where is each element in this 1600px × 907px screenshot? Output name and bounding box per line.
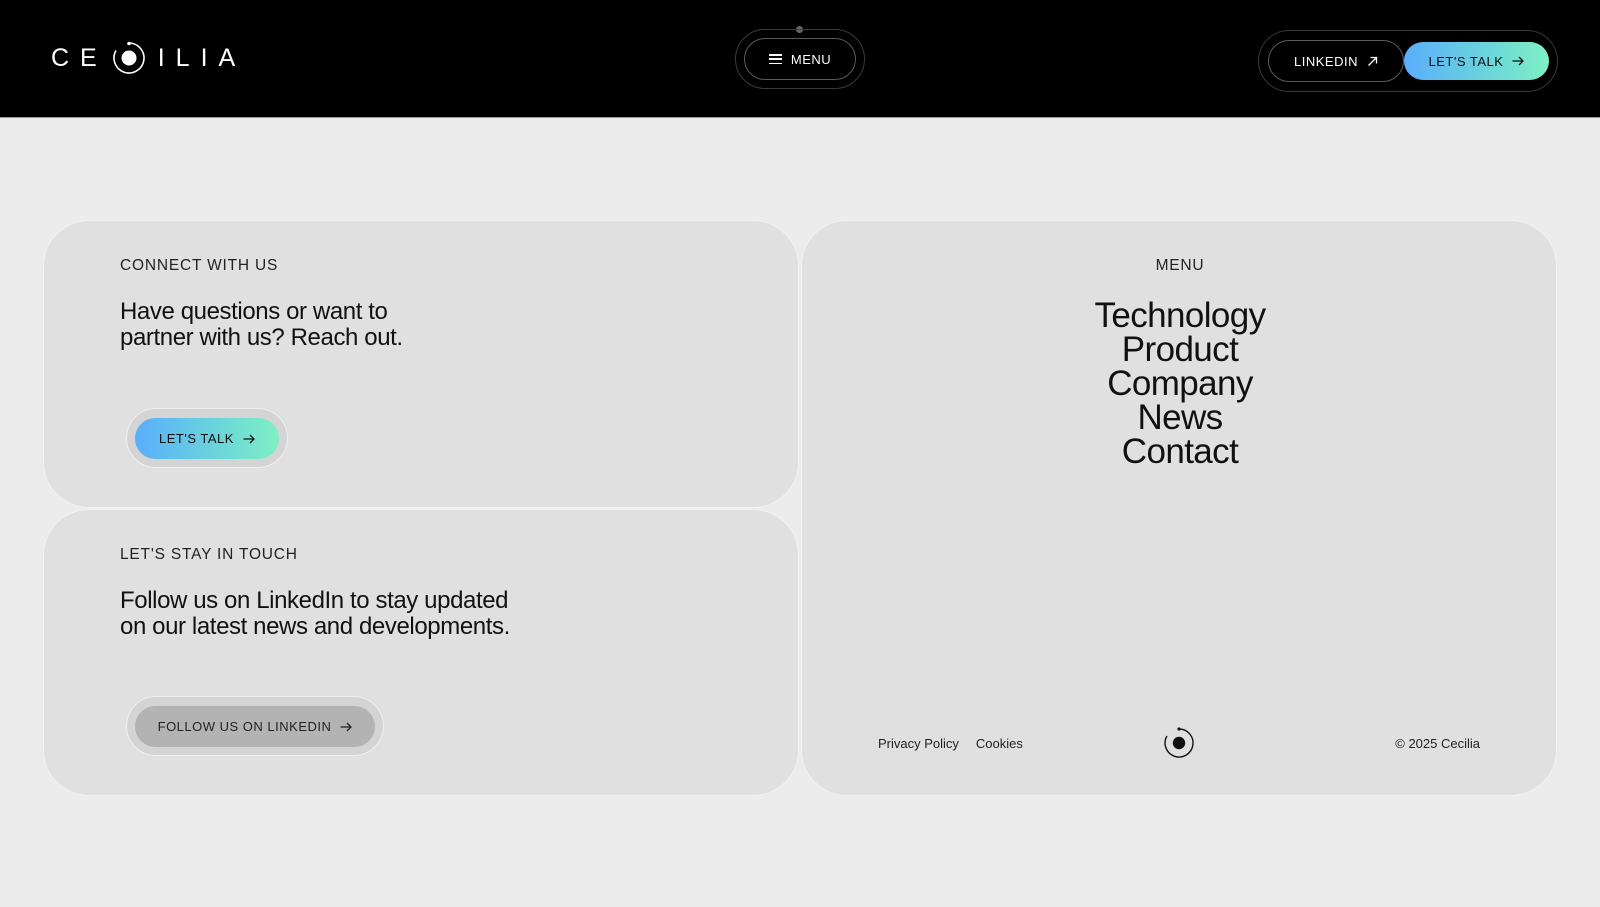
- logo-text-right: ILIA: [157, 43, 247, 72]
- menu-button[interactable]: MENU: [744, 38, 856, 80]
- logo[interactable]: CE ILIA: [51, 38, 246, 78]
- lets-talk-header-label: LET'S TALK: [1428, 53, 1504, 69]
- menu-item-technology[interactable]: Technology: [802, 298, 1558, 333]
- touch-lead-line-2: on our latest news and developments.: [120, 613, 510, 640]
- arrow-up-right-icon: [1367, 56, 1378, 67]
- menu-item-company[interactable]: Company: [802, 366, 1558, 401]
- hamburger-icon: [768, 54, 782, 64]
- header-actions: LINKEDIN LET'S TALK: [1258, 30, 1558, 92]
- touch-lead-line-1: Follow us on LinkedIn to stay updated: [120, 587, 509, 614]
- arrow-right-icon: [1512, 56, 1525, 66]
- menu-button-label: MENU: [790, 51, 832, 67]
- arrow-right-icon: [340, 722, 353, 732]
- linkedin-button[interactable]: LINKEDIN: [1268, 40, 1404, 82]
- connect-lead-line-1: Have questions or want to: [120, 298, 388, 325]
- follow-linkedin-button-label: FOLLOW US ON LINKEDIN: [157, 719, 332, 734]
- connect-lead: Have questions or want to partner with u…: [120, 299, 580, 351]
- touch-lead: Follow us on LinkedIn to stay updated on…: [120, 588, 580, 640]
- orbit-circle-icon: [1162, 726, 1196, 760]
- lets-talk-button-ring: LET'S TALK: [126, 408, 288, 468]
- lets-talk-button[interactable]: LET'S TALK: [135, 418, 279, 459]
- menu-item-news[interactable]: News: [802, 400, 1558, 435]
- connect-eyebrow: CONNECT WITH US: [120, 257, 279, 274]
- menu-card: MENU Technology Product Company News Con…: [801, 220, 1557, 796]
- linkedin-button-label: LINKEDIN: [1294, 53, 1358, 69]
- lets-talk-header-button[interactable]: LET'S TALK: [1404, 42, 1549, 80]
- cookies-link[interactable]: Cookies: [976, 736, 1023, 751]
- orbit-circle-icon: [112, 41, 146, 75]
- lets-talk-button-label: LET'S TALK: [159, 431, 234, 446]
- privacy-policy-link[interactable]: Privacy Policy: [878, 736, 959, 751]
- logo-text-left: CE: [51, 43, 108, 72]
- stay-in-touch-card: LET'S STAY IN TOUCH Follow us on LinkedI…: [43, 509, 799, 796]
- touch-eyebrow: LET'S STAY IN TOUCH: [120, 546, 298, 563]
- follow-linkedin-button-ring: FOLLOW US ON LINKEDIN: [126, 696, 384, 756]
- follow-linkedin-button[interactable]: FOLLOW US ON LINKEDIN: [135, 706, 375, 747]
- menu-item-contact[interactable]: Contact: [802, 434, 1558, 469]
- arrow-right-icon: [243, 434, 255, 444]
- menu-list: Technology Product Company News Contact: [802, 298, 1558, 469]
- menu-button-ring: MENU: [735, 29, 865, 89]
- menu-item-product[interactable]: Product: [802, 332, 1558, 367]
- site-header: CE ILIA MENU LINKEDIN LET'S TALK: [0, 0, 1600, 118]
- connect-card: CONNECT WITH US Have questions or want t…: [43, 220, 799, 508]
- copyright-text: © 2025 Cecilia: [1395, 736, 1480, 751]
- menu-title: MENU: [1155, 257, 1205, 274]
- connect-lead-line-2: partner with us? Reach out.: [120, 324, 403, 351]
- footer-links: Privacy Policy Cookies: [878, 736, 1023, 751]
